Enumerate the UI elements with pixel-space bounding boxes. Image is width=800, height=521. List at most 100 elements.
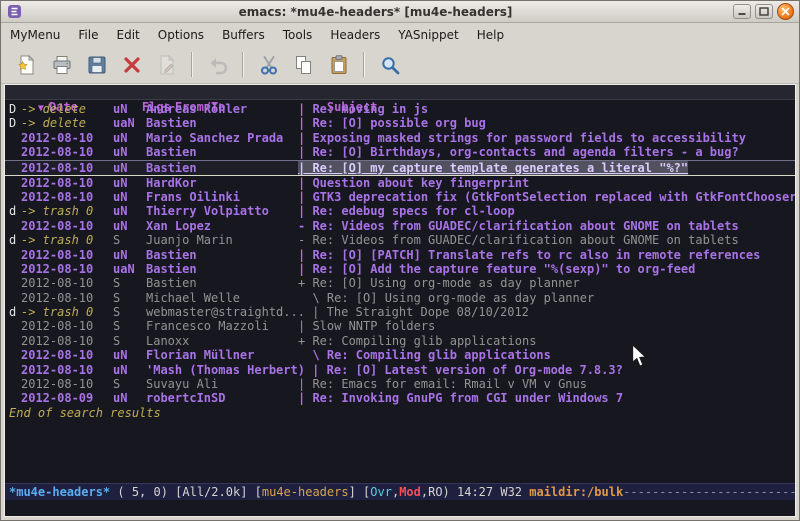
message-row[interactable]: 2012-08-10SFrancesco Mazzoli | Slow NNTP… — [5, 319, 795, 333]
message-date: 2012-08-10 — [21, 176, 113, 190]
print-button[interactable] — [46, 50, 77, 80]
message-subject: + Re: [O] Using org-mode as day planner — [298, 276, 580, 290]
message-from: Andreas Röhler — [146, 102, 298, 116]
copy-button[interactable] — [288, 50, 319, 80]
message-row[interactable]: D-> deleteuNAndreas Röhler | Re: moving … — [5, 102, 795, 116]
message-from: Bastien — [146, 276, 298, 290]
menu-help[interactable]: Help — [468, 25, 513, 45]
message-subject: - Re: Videos from GUADEC/clarification a… — [298, 219, 739, 233]
message-row[interactable]: 2012-08-10uNBastien | Re: [O] [PATCH] Tr… — [5, 248, 795, 262]
message-from: HardKor — [146, 176, 298, 190]
toolbar-separator — [363, 52, 365, 77]
save-button[interactable] — [81, 50, 112, 80]
message-from: Thierry Volpiatto — [146, 204, 298, 218]
menu-headers[interactable]: Headers — [321, 25, 389, 45]
message-flags: uN — [113, 391, 146, 405]
message-flags: uN — [113, 190, 146, 204]
message-date: 2012-08-10 — [21, 334, 113, 348]
message-flags: uN — [113, 348, 146, 362]
message-flags: uN — [113, 363, 146, 377]
message-subject: | Re: Emacs for email: Rmail v VM v Gnus — [298, 377, 587, 391]
search-button[interactable] — [374, 50, 405, 80]
message-subject: | Re: [O] Latest version of Org-mode 7.8… — [312, 363, 623, 377]
message-row[interactable]: 2012-08-10SMichael Welle \ Re: [O] Using… — [5, 291, 795, 305]
modeline-mode: mu4e-headers — [262, 485, 349, 499]
cut-button[interactable] — [253, 50, 284, 80]
message-date: 2012-08-10 — [21, 262, 113, 276]
message-date: -> delete — [21, 102, 113, 116]
message-row[interactable]: 2012-08-10uNXan Lopez - Re: Videos from … — [5, 219, 795, 233]
message-row[interactable]: 2012-08-10uNBastien | Re: [O] my capture… — [5, 160, 795, 176]
message-row[interactable]: d-> trash 0SJuanjo Marin - Re: Videos fr… — [5, 233, 795, 247]
message-row[interactable]: 2012-08-10uNFrans Oilinki | GTK3 depreca… — [5, 190, 795, 204]
copy-icon — [293, 54, 315, 76]
modeline-dashes: ----------------------------------------… — [623, 485, 795, 499]
message-row[interactable]: 2012-08-10uNFlorian Müllner \ Re: Compil… — [5, 348, 795, 362]
message-from: Xan Lopez — [146, 219, 298, 233]
close-buffer-button[interactable] — [116, 50, 147, 80]
save-as-button — [151, 50, 182, 80]
title-bar: emacs: *mu4e-headers* [mu4e-headers] — [1, 1, 799, 23]
message-subject: - Re: Videos from GUADEC/clarification a… — [298, 233, 739, 247]
message-row[interactable]: 2012-08-10uN'Mash (Thomas Herbert) | Re:… — [5, 363, 795, 377]
undo-icon — [207, 54, 229, 76]
message-date: -> trash 0 — [21, 204, 113, 218]
menu-buffers[interactable]: Buffers — [213, 25, 274, 45]
save-as-icon — [156, 54, 178, 76]
message-from: Bastien — [146, 248, 298, 262]
paste-button[interactable] — [323, 50, 354, 80]
message-row[interactable]: 2012-08-10uNBastien | Re: [O] Birthdays,… — [5, 145, 795, 159]
message-from: Lanoxx — [146, 334, 298, 348]
close-icon — [781, 7, 790, 16]
menu-edit[interactable]: Edit — [108, 25, 149, 45]
message-row[interactable]: 2012-08-10uNHardKor | Question about key… — [5, 176, 795, 190]
echo-area[interactable] — [5, 500, 795, 516]
message-subject: | Re: Invoking GnuPG from CGI under Wind… — [298, 391, 623, 405]
toolbar — [1, 46, 799, 84]
message-subject: \ Re: Compiling glib applications — [298, 348, 551, 362]
message-row[interactable]: 2012-08-10SSuvayu Ali | Re: Emacs for em… — [5, 377, 795, 391]
message-subject: | Re: moving in js — [298, 102, 428, 116]
message-flags: S — [113, 291, 146, 305]
menu-file[interactable]: File — [69, 25, 107, 45]
message-from: Bastien — [146, 145, 298, 159]
message-date: 2012-08-10 — [21, 161, 113, 175]
message-flags: uaN — [113, 262, 146, 276]
message-from: Francesco Mazzoli — [146, 319, 298, 333]
menu-bar: MyMenuFileEditOptionsBuffersToolsHeaders… — [1, 23, 799, 46]
message-row[interactable]: 2012-08-10uaNBastien | Re: [O] Add the c… — [5, 262, 795, 276]
message-row[interactable]: 2012-08-09uNrobertcInSD | Re: Invoking G… — [5, 391, 795, 405]
message-date: 2012-08-10 — [21, 145, 113, 159]
message-row[interactable]: 2012-08-10SLanoxx + Re: Compiling glib a… — [5, 334, 795, 348]
menu-yasnippet[interactable]: YASnippet — [389, 25, 468, 45]
search-icon — [379, 54, 401, 76]
message-flags: uN — [113, 161, 146, 175]
menu-tools[interactable]: Tools — [274, 25, 322, 45]
message-mark: d — [9, 233, 21, 247]
message-subject: | GTK3 deprecation fix (GtkFontSelection… — [298, 190, 795, 204]
maximize-button[interactable] — [755, 4, 773, 19]
message-subject: \ Re: [O] Using org-mode as day planner — [298, 291, 594, 305]
modeline-mod: Mod — [399, 485, 421, 499]
close-buffer-icon — [121, 54, 143, 76]
menu-options[interactable]: Options — [149, 25, 213, 45]
message-subject: | Re: [O] Birthdays, org-contacts and ag… — [298, 145, 739, 159]
minimize-button[interactable] — [733, 4, 751, 19]
modeline-plain: ] [ — [349, 485, 371, 499]
new-file-button[interactable] — [11, 50, 42, 80]
message-row[interactable]: D-> deleteuaNBastien | Re: [O] possible … — [5, 116, 795, 130]
menu-mymenu[interactable]: MyMenu — [1, 25, 69, 45]
message-row[interactable]: d-> trash 0uNThierry Volpiatto | Re: ede… — [5, 204, 795, 218]
message-flags: uN — [113, 131, 146, 145]
message-subject: | Re: [O] [PATCH] Translate refs to rc a… — [298, 248, 760, 262]
modeline-folder: maildir:/bulk — [529, 485, 623, 499]
message-flags: uN — [113, 219, 146, 233]
close-button[interactable] — [777, 3, 794, 20]
message-from: Florian Müllner — [146, 348, 298, 362]
message-row[interactable]: 2012-08-10SBastien + Re: [O] Using org-m… — [5, 276, 795, 290]
message-subject: | Re: [O] my capture template generates … — [298, 161, 688, 175]
message-row[interactable]: 2012-08-10uNMario Sanchez Prada | Exposi… — [5, 131, 795, 145]
emacs-icon — [6, 4, 22, 20]
message-row[interactable]: d-> trash 0Swebmaster@straightd... | The… — [5, 305, 795, 319]
message-flags: uN — [113, 204, 146, 218]
